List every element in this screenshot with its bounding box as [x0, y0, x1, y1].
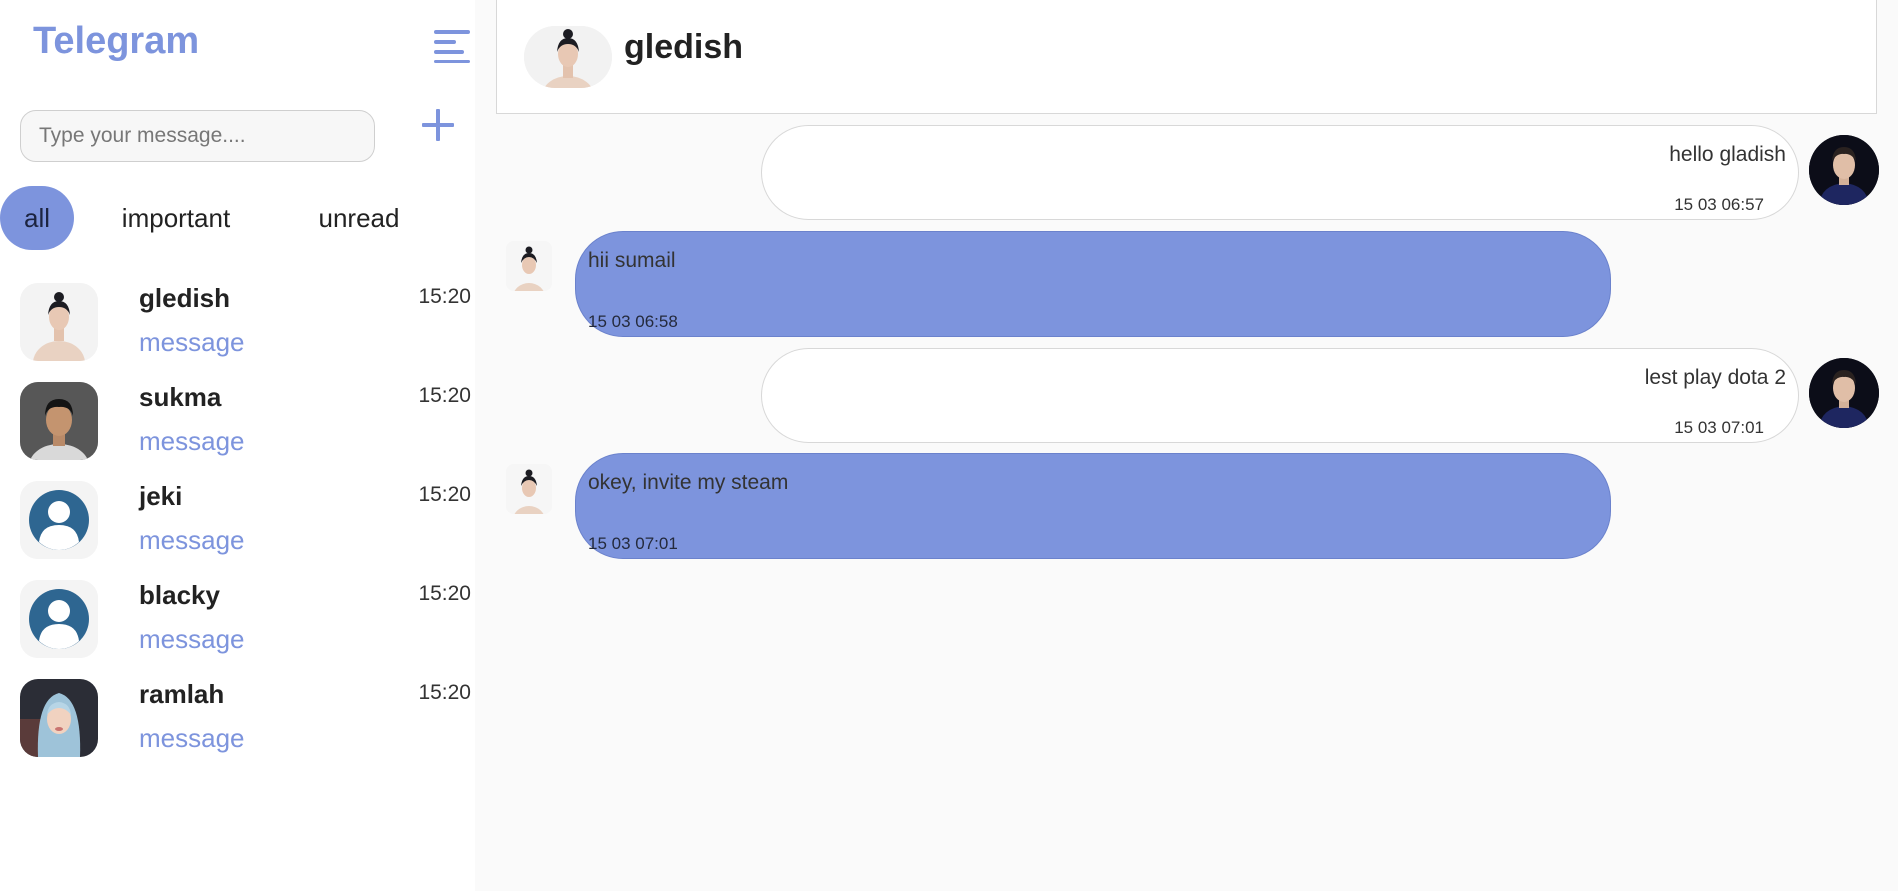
chat-name: gledish	[139, 283, 231, 313]
conversation-header: gledish	[496, 0, 1877, 114]
chat-time: 15:20	[418, 285, 471, 308]
chat-preview: message	[139, 723, 245, 753]
message-text: hello gladish	[1669, 143, 1786, 166]
message-bubble-incoming[interactable]: okey, invite my steam 15 03 07:01	[575, 453, 1611, 559]
message-bubble-outgoing[interactable]: hello gladish 15 03 06:57	[761, 125, 1799, 220]
chat-name: sukma	[139, 382, 222, 412]
message-time: 15 03 07:01	[1674, 418, 1764, 437]
conversation-title: gledish	[624, 28, 744, 66]
default-user-avatar	[20, 580, 98, 658]
chat-preview: message	[139, 525, 245, 555]
woman-portrait-avatar[interactable]	[524, 26, 612, 88]
woman-portrait-avatar[interactable]	[506, 464, 552, 514]
message-text: hii sumail	[588, 249, 676, 272]
message-text: lest play dota 2	[1644, 366, 1786, 389]
chat-preview: message	[139, 327, 245, 357]
hijab-woman-avatar	[20, 679, 98, 757]
man-portrait-avatar	[20, 382, 98, 460]
chat-item-sukma[interactable]: sukma message 15:20	[0, 382, 475, 472]
chat-preview: message	[139, 624, 245, 654]
app-title: Telegram	[33, 20, 200, 62]
woman-portrait-avatar[interactable]	[506, 241, 552, 291]
chat-item-blacky[interactable]: blacky message 15:20	[0, 580, 475, 670]
tab-unread[interactable]: unread	[307, 186, 411, 250]
chat-time: 15:20	[418, 483, 471, 506]
message-time: 15 03 07:01	[588, 534, 678, 553]
hamburger-menu-icon[interactable]	[434, 30, 470, 63]
tab-important[interactable]: important	[110, 186, 242, 250]
message-time: 15 03 06:57	[1674, 195, 1764, 214]
chat-item-gledish[interactable]: gledish message 15:20	[0, 283, 475, 373]
chat-name: jeki	[139, 481, 183, 511]
default-user-avatar	[20, 481, 98, 559]
chat-preview: message	[139, 426, 245, 456]
message-bubble-outgoing[interactable]: lest play dota 2 15 03 07:01	[761, 348, 1799, 443]
chat-time: 15:20	[418, 384, 471, 407]
chat-time: 15:20	[418, 681, 471, 704]
message-bubble-incoming[interactable]: hii sumail 15 03 06:58	[575, 231, 1611, 337]
chat-time: 15:20	[418, 582, 471, 605]
search-input[interactable]	[20, 110, 375, 162]
plus-icon[interactable]	[418, 102, 458, 148]
sidebar: Telegram all important unread gledish me…	[0, 0, 475, 891]
tab-all[interactable]: all	[0, 186, 74, 250]
chat-item-jeki[interactable]: jeki message 15:20	[0, 481, 475, 571]
man-portrait-avatar[interactable]	[1809, 135, 1879, 205]
man-portrait-avatar[interactable]	[1809, 358, 1879, 428]
chat-name: ramlah	[139, 679, 225, 709]
chat-name: blacky	[139, 580, 220, 610]
woman-portrait-avatar	[20, 283, 98, 361]
message-time: 15 03 06:58	[588, 312, 678, 331]
chat-item-ramlah[interactable]: ramlah message 15:20	[0, 679, 475, 769]
message-text: okey, invite my steam	[588, 471, 789, 494]
